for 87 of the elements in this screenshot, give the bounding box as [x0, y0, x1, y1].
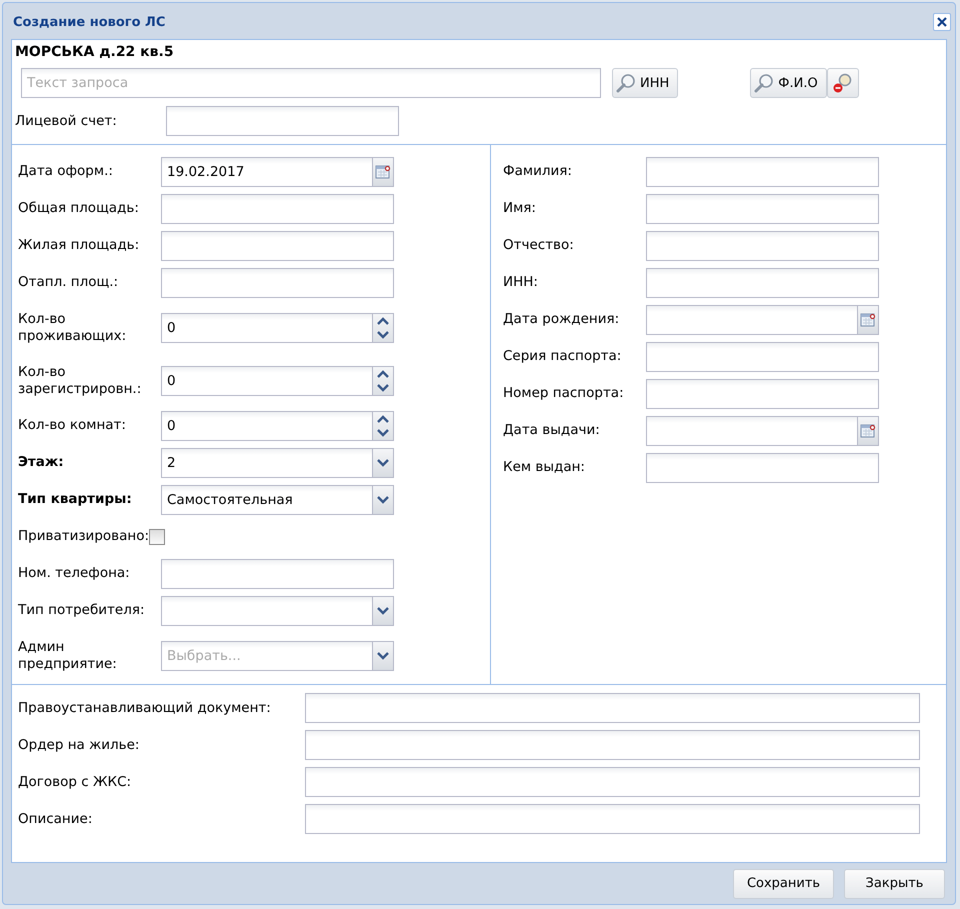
field-label: Отапл. площ.: [18, 274, 120, 291]
search-icon [754, 73, 774, 93]
calendar-icon [375, 164, 391, 180]
address-heading: МОРСЬКА д.22 кв.5 [15, 44, 175, 60]
text-field[interactable] [646, 378, 879, 408]
caret-down-icon [377, 606, 389, 614]
dropdown-button[interactable] [372, 448, 394, 478]
field-label: Тип потребителя: [18, 602, 146, 619]
date-field[interactable] [646, 416, 857, 446]
field-label: Описание: [18, 810, 94, 826]
close-icon [936, 16, 948, 28]
caret-down-icon [377, 652, 389, 660]
caret-down-icon [377, 496, 389, 504]
text-field[interactable] [646, 230, 879, 260]
checkbox[interactable] [149, 528, 166, 544]
clear-search-button[interactable] [826, 68, 859, 98]
date-field[interactable]: 19.02.2017 [161, 156, 372, 186]
caret-down-icon [377, 458, 389, 466]
text-field[interactable] [646, 156, 879, 186]
calendar-button[interactable] [857, 416, 879, 446]
field-label: Отчество: [503, 237, 575, 254]
dropdown-field[interactable]: Самостоятельная [161, 484, 372, 514]
search-clear-icon [832, 72, 854, 94]
calendar-button[interactable] [857, 304, 879, 334]
text-field[interactable] [166, 106, 399, 136]
field-label: Правоустанавливающий документ: [18, 700, 272, 716]
dialog-button[interactable]: Сохранить [733, 868, 834, 898]
caret-down-icon [377, 384, 389, 392]
text-field[interactable] [646, 342, 879, 372]
caret-up-icon [377, 370, 389, 378]
field-label: Общая площадь: [18, 200, 140, 217]
caret-down-icon [377, 330, 389, 338]
field-label: Имя: [503, 200, 537, 217]
field-label: Номер паспорта: [503, 385, 625, 402]
close-button[interactable] [933, 13, 951, 31]
field-label: Лицевой счет: [15, 112, 118, 130]
text-field[interactable] [305, 766, 920, 796]
text-field[interactable] [305, 730, 920, 760]
field-label: Серия паспорта: [503, 348, 622, 365]
number-field[interactable]: 0 [161, 312, 372, 342]
field-label: Кол-во зарегистрировн.: [18, 364, 142, 398]
search-button[interactable]: Ф.И.О [750, 68, 827, 98]
text-field[interactable] [161, 558, 394, 588]
field-label: Приватизировано: [18, 528, 150, 545]
dialog-button[interactable]: Закрыть [844, 868, 945, 898]
text-field[interactable] [646, 268, 879, 298]
caret-up-icon [377, 316, 389, 324]
search-button[interactable]: ИНН [612, 68, 678, 98]
calendar-button[interactable] [372, 156, 394, 186]
search-icon [616, 73, 636, 93]
field-label: Дата выдачи: [503, 422, 601, 439]
field-label: Этаж: [18, 454, 65, 471]
text-field[interactable] [161, 230, 394, 260]
text-field[interactable] [161, 268, 394, 298]
dropdown-field[interactable] [161, 596, 372, 626]
field-label: Тип квартиры: [18, 491, 133, 508]
text-field[interactable] [646, 452, 879, 482]
field-label: ИНН: [503, 274, 539, 291]
field-label: Фамилия: [503, 163, 573, 180]
calendar-icon [860, 422, 876, 438]
caret-down-icon [377, 428, 389, 436]
field-label: Кол-во проживающих: [18, 310, 128, 344]
dropdown-button[interactable] [372, 640, 394, 670]
dropdown-button[interactable] [372, 596, 394, 626]
calendar-icon [860, 312, 876, 328]
field-label: Жилая площадь: [18, 237, 140, 254]
date-field[interactable] [646, 304, 857, 334]
field-label: Кем выдан: [503, 459, 586, 476]
number-field[interactable]: 0 [161, 410, 372, 440]
field-label: Дата рождения: [503, 311, 620, 328]
field-label: Ном. телефона: [18, 565, 131, 582]
search-field[interactable]: Текст запроса [21, 68, 601, 98]
caret-up-icon [377, 414, 389, 422]
window-title: Создание нового ЛС [13, 14, 166, 30]
text-field[interactable] [305, 692, 920, 722]
dropdown-button[interactable] [372, 484, 394, 514]
field-label: Дата оформ.: [18, 163, 114, 180]
text-field[interactable] [646, 194, 879, 224]
field-label: Кол-во комнат: [18, 417, 127, 434]
text-field[interactable] [305, 804, 920, 834]
dropdown-field[interactable]: Выбрать... [161, 640, 372, 670]
dropdown-field[interactable]: 2 [161, 448, 372, 478]
text-field[interactable] [161, 194, 394, 224]
field-label: Ордер на жилье: [18, 736, 140, 752]
number-field[interactable]: 0 [161, 366, 372, 396]
field-label: Договор с ЖКС: [18, 774, 132, 790]
field-label: Админ предприятие: [18, 638, 118, 672]
